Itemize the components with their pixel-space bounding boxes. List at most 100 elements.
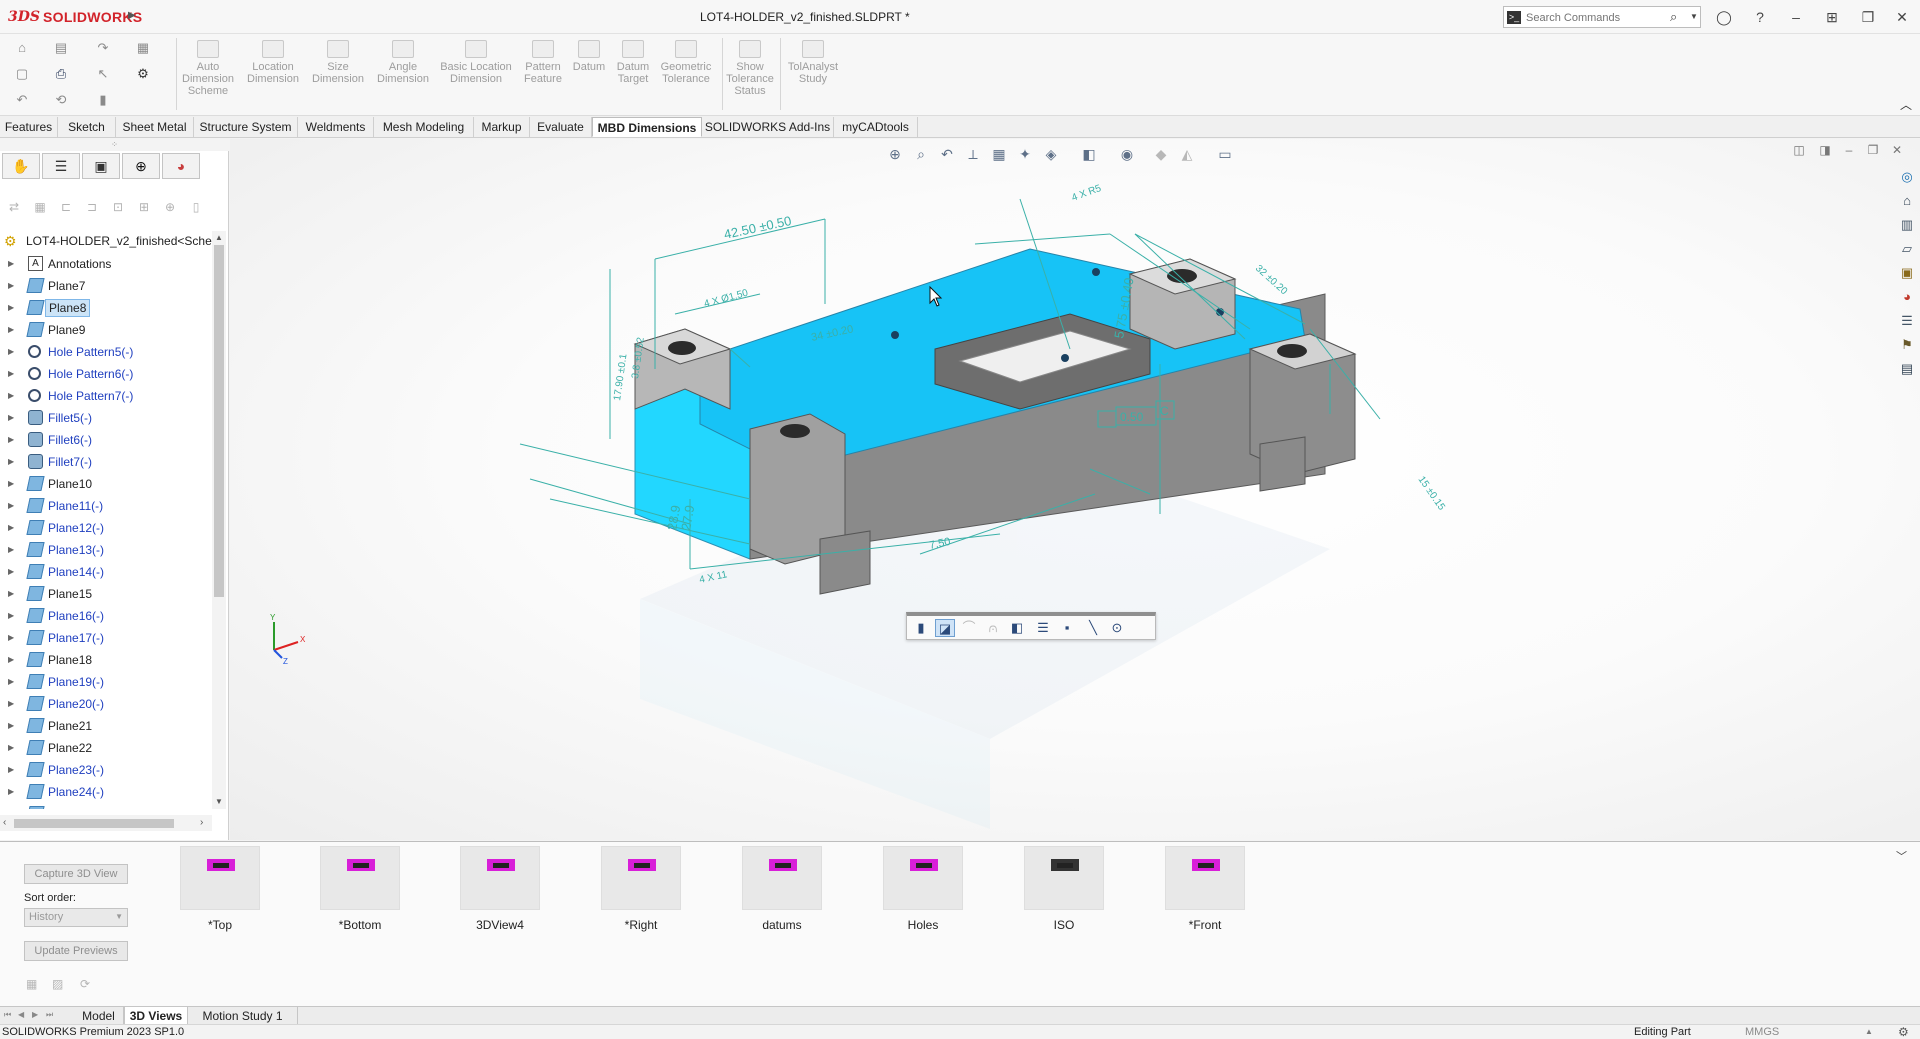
tree-item[interactable]: ▶ Hole Pattern5(-) bbox=[0, 341, 212, 363]
expand-arrow-icon[interactable]: ▶ bbox=[8, 369, 14, 378]
expand-arrow-icon[interactable]: ▶ bbox=[8, 413, 14, 422]
expand-arrow-icon[interactable]: ▶ bbox=[8, 765, 14, 774]
dimension-42-50[interactable]: 42.50 ±0.50 bbox=[723, 213, 793, 242]
view-thumbnail[interactable] bbox=[320, 846, 400, 910]
tree-item[interactable]: ▶ Plane23(-) bbox=[0, 759, 212, 781]
expand-arrow-icon[interactable]: ▶ bbox=[8, 479, 14, 488]
expand-arrow-icon[interactable]: ▶ bbox=[8, 435, 14, 444]
line-icon[interactable]: ╲ bbox=[1083, 619, 1103, 637]
expand-arrow-icon[interactable]: ▶ bbox=[8, 545, 14, 554]
tab-3d-views[interactable]: 3D Views bbox=[124, 1007, 188, 1024]
hide-icon[interactable]: ⌒ bbox=[959, 619, 979, 637]
print-icon[interactable]: ⎙ bbox=[52, 66, 70, 82]
datum-target-button[interactable]: Datum Target bbox=[610, 40, 656, 85]
tree-item[interactable]: ▶ Plane21 bbox=[0, 715, 212, 737]
tab-sketch[interactable]: Sketch bbox=[58, 117, 116, 137]
view-card[interactable]: ISO bbox=[1024, 846, 1104, 932]
dimension-17-90[interactable]: 17.90 ±0.1 bbox=[612, 353, 630, 402]
tab-model[interactable]: Model bbox=[74, 1007, 124, 1024]
status-info-icon[interactable]: ⚙ bbox=[1898, 1025, 1909, 1039]
expand-arrow-icon[interactable]: ▶ bbox=[8, 655, 14, 664]
view-thumbnail[interactable] bbox=[742, 846, 822, 910]
tree-item[interactable]: ▶ Plane15 bbox=[0, 583, 212, 605]
expand-arrow-icon[interactable]: ▶ bbox=[8, 391, 14, 400]
tree-item[interactable]: ▶ Plane18 bbox=[0, 649, 212, 671]
target-icon[interactable]: ⊙ bbox=[1107, 619, 1127, 637]
prev-tab-icon[interactable]: ◀ bbox=[18, 1010, 24, 1019]
view-card[interactable]: *Right bbox=[601, 846, 681, 932]
panel-grip[interactable]: ⁘ bbox=[0, 139, 229, 151]
update-previews-button[interactable]: Update Previews bbox=[24, 941, 128, 961]
tree-item[interactable]: ▶ Plane19(-) bbox=[0, 671, 212, 693]
view-card[interactable]: 3DView4 bbox=[460, 846, 540, 932]
rebuild-icon[interactable]: ⟲ bbox=[52, 92, 70, 108]
dimension-15[interactable]: 15 ±0.15 bbox=[1416, 474, 1448, 512]
scroll-up-icon[interactable]: ▲ bbox=[215, 233, 223, 242]
dimxpert-manager-tab-icon[interactable]: ⊕ bbox=[122, 153, 160, 179]
scroll-down-icon[interactable]: ▼ bbox=[215, 797, 223, 806]
tolanalyst-study-button[interactable]: TolAnalyst Study bbox=[782, 40, 844, 85]
delete-view-icon[interactable]: ▨ bbox=[52, 977, 70, 991]
tree-item[interactable]: ▶ Plane14(-) bbox=[0, 561, 212, 583]
tool-icon-2[interactable]: ▦ bbox=[30, 198, 50, 216]
units-dropdown-icon[interactable]: ▲ bbox=[1865, 1027, 1873, 1036]
show-icon[interactable]: ⩀ bbox=[983, 619, 1003, 637]
tree-horizontal-scrollbar[interactable]: ‹ › bbox=[0, 815, 212, 831]
expand-arrow-icon[interactable]: ▶ bbox=[8, 347, 14, 356]
tab-weldments[interactable]: Weldments bbox=[298, 117, 374, 137]
tree-item[interactable]: ▶ Plane11(-) bbox=[0, 495, 212, 517]
scroll-right-icon[interactable]: › bbox=[200, 817, 203, 828]
tool-icon-3[interactable]: ⊏ bbox=[56, 198, 76, 216]
tree-item[interactable]: ▶ Plane17(-) bbox=[0, 627, 212, 649]
expand-arrow-icon[interactable]: ▶ bbox=[8, 721, 14, 730]
collapse-ribbon-icon[interactable]: ︿ bbox=[1900, 96, 1912, 113]
tree-item[interactable]: ▶ Hole Pattern7(-) bbox=[0, 385, 212, 407]
tree-item[interactable]: ▶ Plane13(-) bbox=[0, 539, 212, 561]
tab-mbd-dimensions[interactable]: MBD Dimensions bbox=[592, 117, 702, 137]
dimension-4xr5[interactable]: 4 X R5 bbox=[1070, 183, 1103, 204]
last-tab-icon[interactable]: ⏭ bbox=[46, 1010, 53, 1020]
tab-mesh-modeling[interactable]: Mesh Modeling bbox=[374, 117, 474, 137]
tab-features[interactable]: Features bbox=[0, 117, 58, 137]
expand-arrow-icon[interactable]: ▶ bbox=[8, 523, 14, 532]
view-thumbnail[interactable] bbox=[460, 846, 540, 910]
search-dropdown-icon[interactable]: ▼ bbox=[1690, 12, 1698, 21]
user-account-icon[interactable]: ◯ bbox=[1714, 8, 1734, 26]
appearance-tab-icon[interactable]: ◕ bbox=[162, 153, 200, 179]
menu-expand-icon[interactable]: ▶ bbox=[128, 10, 136, 21]
sketch-on-plane-icon[interactable]: ◪ bbox=[935, 619, 955, 637]
solidworks-logo[interactable]: 3DS SOLIDWORKS bbox=[8, 8, 142, 26]
tool-icon-5[interactable]: ⊡ bbox=[108, 198, 128, 216]
show-tolerance-status-button[interactable]: Show Tolerance Status bbox=[724, 40, 776, 97]
refresh-icon[interactable]: ⟳ bbox=[80, 977, 98, 991]
capture-3d-view-button[interactable]: Capture 3D View bbox=[24, 864, 128, 884]
first-tab-icon[interactable]: ⏮ bbox=[4, 1010, 11, 1020]
location-dimension-button[interactable]: Location Dimension bbox=[242, 40, 304, 85]
tree-item[interactable]: ▶ Plane16(-) bbox=[0, 605, 212, 627]
pattern-feature-button[interactable]: Pattern Feature bbox=[518, 40, 568, 85]
view-thumbnail[interactable] bbox=[1024, 846, 1104, 910]
tool-icon-6[interactable]: ⊞ bbox=[134, 198, 154, 216]
sort-order-select[interactable]: History ▼ bbox=[24, 908, 128, 927]
part-model-render[interactable]: 42.50 ±0.50 4 X R5 5.75 ±0.40 0.50 C 34 … bbox=[230, 139, 1920, 840]
home-icon[interactable]: ⌂ bbox=[13, 40, 31, 56]
redo-icon[interactable]: ↷ bbox=[94, 40, 112, 56]
info-icon[interactable]: ▮ bbox=[94, 92, 112, 108]
size-dimension-button[interactable]: Size Dimension bbox=[308, 40, 368, 85]
expand-arrow-icon[interactable]: ▶ bbox=[8, 567, 14, 576]
tree-vertical-scrollbar[interactable]: ▲ ▼ bbox=[212, 231, 226, 809]
tree-item[interactable]: ▶ Plane12(-) bbox=[0, 517, 212, 539]
property-manager-tab-icon[interactable]: ▣ bbox=[82, 153, 120, 179]
view-thumbnail[interactable] bbox=[180, 846, 260, 910]
search-input[interactable] bbox=[1526, 9, 1666, 26]
expand-arrow-icon[interactable]: ▶ bbox=[8, 743, 14, 752]
expand-arrow-icon[interactable]: ▶ bbox=[8, 457, 14, 466]
tree-item[interactable]: ▶ Plane22 bbox=[0, 737, 212, 759]
angle-dimension-button[interactable]: Angle Dimension bbox=[372, 40, 434, 85]
tab-sheet-metal[interactable]: Sheet Metal bbox=[116, 117, 194, 137]
search-icon[interactable]: ⌕ bbox=[1670, 9, 1677, 25]
scroll-left-icon[interactable]: ‹ bbox=[3, 817, 6, 828]
expand-arrow-icon[interactable]: ▶ bbox=[8, 589, 14, 598]
datum-button[interactable]: Datum bbox=[568, 40, 610, 73]
tree-item[interactable]: ▶ Plane20(-) bbox=[0, 693, 212, 715]
